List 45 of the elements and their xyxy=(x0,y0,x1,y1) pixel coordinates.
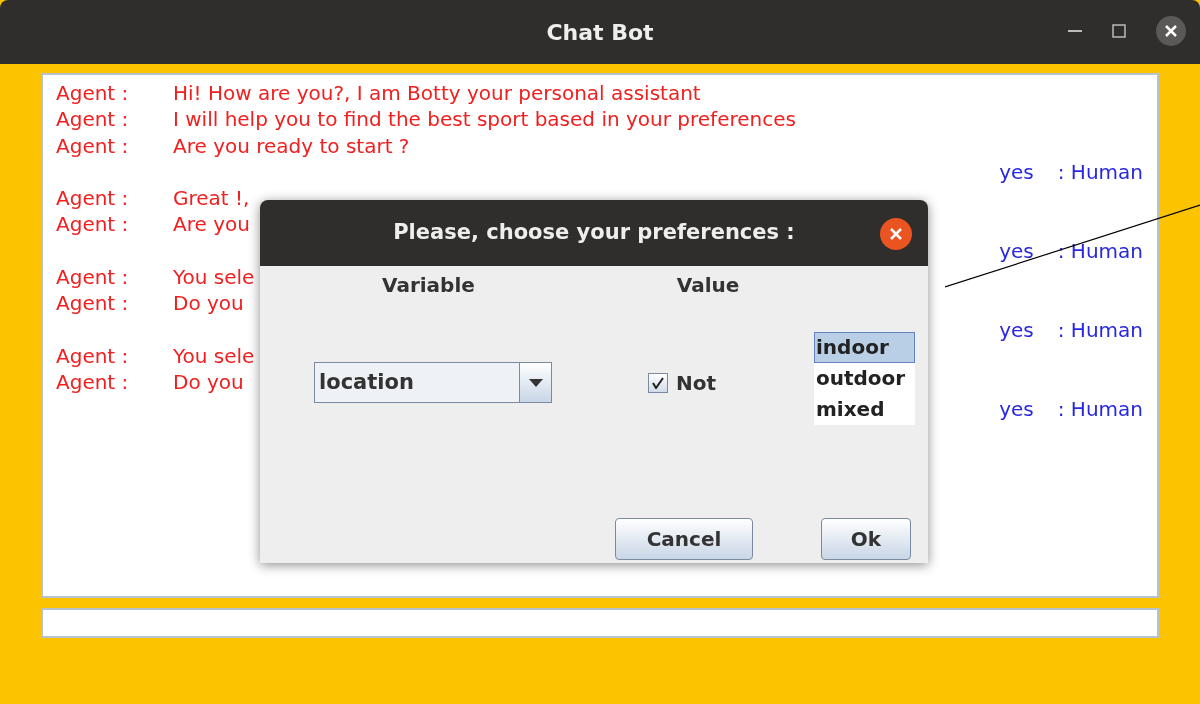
dialog-title: Please, choose your preferences : xyxy=(393,219,795,247)
dropdown-value: location xyxy=(318,368,415,396)
value-option[interactable]: outdoor xyxy=(814,363,915,394)
speaker-label: : Human xyxy=(1057,316,1143,343)
agent-message: Are you xyxy=(173,211,250,238)
caret-icon xyxy=(528,378,543,387)
checkbox-label: Not xyxy=(676,369,717,397)
value-option[interactable]: indoor xyxy=(814,332,915,363)
agent-message: You sele xyxy=(173,342,255,370)
close-icon[interactable] xyxy=(880,218,912,250)
message-input[interactable] xyxy=(41,608,1159,638)
value-option[interactable]: mixed xyxy=(814,394,915,425)
speaker-label: Agent : xyxy=(56,211,130,238)
agent-message: Do you xyxy=(173,369,244,396)
not-checkbox[interactable] xyxy=(648,372,668,393)
speaker-label: Agent : xyxy=(56,369,130,396)
check-icon xyxy=(652,376,664,389)
agent-message: Do you xyxy=(173,290,244,317)
speaker-label: Agent : xyxy=(56,264,130,291)
agent-message: Are you ready to start ? xyxy=(173,132,410,159)
variable-dropdown[interactable]: location xyxy=(314,362,552,403)
close-icon[interactable] xyxy=(1156,16,1186,46)
column-header: Value xyxy=(676,272,740,299)
human-message: yes xyxy=(999,395,1034,422)
speaker-label: Agent : xyxy=(56,290,130,317)
ok-button[interactable]: Ok xyxy=(821,518,911,560)
column-header: Variable xyxy=(382,272,475,299)
agent-message: I will help you to find the best sport based in your preferences xyxy=(173,106,796,133)
human-message: yes xyxy=(999,237,1034,265)
speaker-label: Agent : xyxy=(56,342,130,370)
speaker-label: : Human xyxy=(1057,395,1143,422)
minimize-icon[interactable] xyxy=(1068,29,1082,33)
maximize-icon[interactable] xyxy=(1112,24,1126,38)
speaker-label: : Human xyxy=(1057,158,1143,186)
human-message: yes xyxy=(999,316,1034,343)
window-title: Chat Bot xyxy=(546,18,654,47)
agent-message: Hi! How are you?, I am Botty your personal assistant xyxy=(173,80,701,107)
agent-message: You sele xyxy=(173,264,255,291)
speaker-label: Agent : xyxy=(56,106,130,133)
speaker-label: Agent : xyxy=(56,132,130,159)
speaker-label: Agent : xyxy=(56,185,130,212)
human-message: yes xyxy=(999,158,1034,186)
speaker-label: Agent : xyxy=(56,80,130,107)
agent-message: Great !, xyxy=(173,185,250,212)
cancel-button[interactable]: Cancel xyxy=(615,518,753,560)
